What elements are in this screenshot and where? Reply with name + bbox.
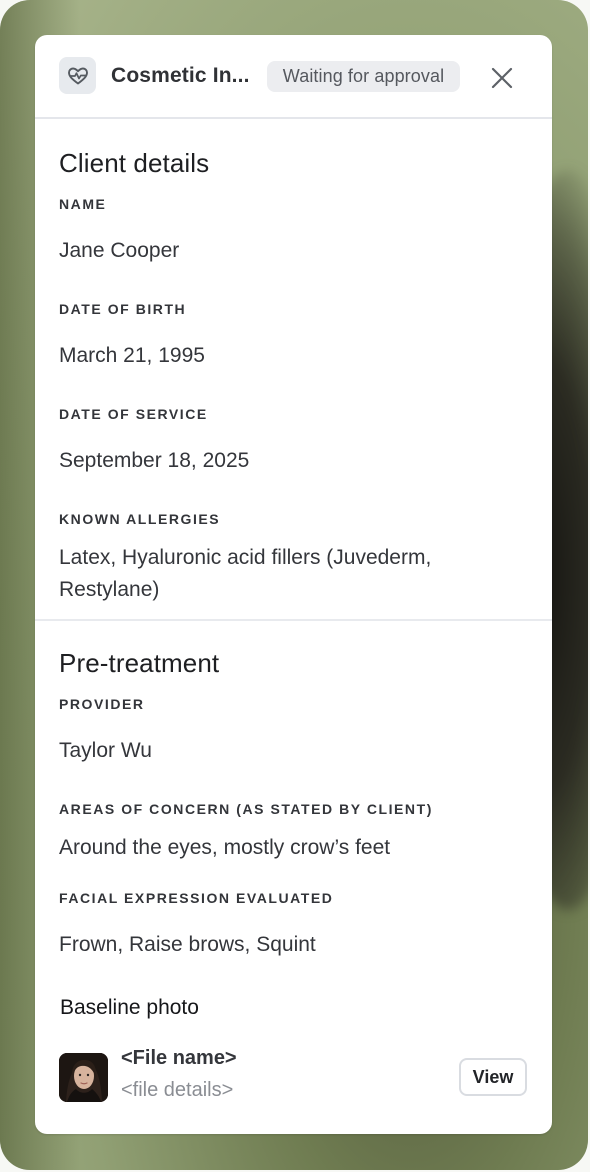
date-of-birth-value: March 21, 1995: [59, 344, 205, 367]
baseline-photo-title: Baseline photo: [60, 996, 199, 1019]
name-value: Jane Cooper: [59, 239, 180, 262]
close-icon: [491, 67, 513, 89]
form-title: Cosmetic In...: [111, 64, 250, 87]
panel-header: Cosmetic In... Waiting for approval: [35, 35, 552, 119]
known-allergies-value: Latex, Hyaluronic acid fillers (Juvederm…: [59, 546, 432, 601]
name-label: NAME: [59, 196, 107, 212]
areas-of-concern-value: Around the eyes, mostly crow’s feet: [59, 836, 391, 859]
baseline-photo-thumbnail: [59, 1053, 108, 1102]
date-of-service-label: DATE OF SERVICE: [59, 406, 208, 422]
baseline-photo-attachment: <File name> <file details> View: [35, 1037, 552, 1107]
heart-pulse-icon: [59, 57, 96, 94]
screenshot-background: Cosmetic In... Waiting for approval Clie…: [0, 0, 588, 1170]
provider-label: PROVIDER: [59, 696, 145, 712]
close-button[interactable]: [486, 62, 518, 94]
areas-of-concern-label: AREAS OF CONCERN (AS STATED BY CLIENT): [59, 801, 433, 817]
date-of-birth-label: DATE OF BIRTH: [59, 301, 187, 317]
status-badge: Waiting for approval: [267, 61, 460, 92]
treatment-details-panel: Cosmetic In... Waiting for approval Clie…: [35, 35, 552, 1134]
pre-treatment-title: Pre-treatment: [59, 648, 220, 678]
provider-value: Taylor Wu: [59, 739, 152, 762]
date-of-service-value: September 18, 2025: [59, 449, 250, 472]
section-divider: [35, 619, 552, 621]
view-button[interactable]: View: [459, 1058, 527, 1096]
facial-expression-label: FACIAL EXPRESSION EVALUATED: [59, 890, 334, 906]
client-details-title: Client details: [59, 148, 210, 178]
facial-expression-value: Frown, Raise brows, Squint: [59, 933, 316, 956]
file-name: <File name>: [121, 1047, 237, 1069]
file-details: <file details>: [121, 1079, 234, 1101]
known-allergies-label: KNOWN ALLERGIES: [59, 511, 221, 527]
